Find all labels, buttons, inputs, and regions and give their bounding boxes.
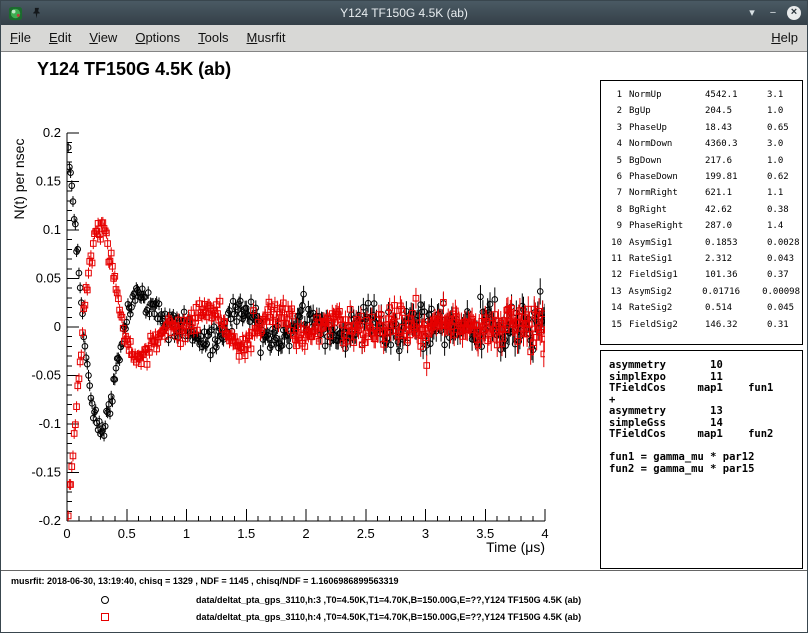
y-tick-label: -0.1 (39, 416, 61, 431)
window-menu-button[interactable]: ▾ (745, 5, 759, 21)
app-icon[interactable] (7, 5, 23, 21)
param-row: 5BgDown217.61.0 (607, 153, 800, 169)
y-tick-label: -0.05 (31, 368, 61, 383)
param-box: 1NormUp4542.13.12BgUp204.51.03PhaseUp18.… (600, 80, 803, 345)
theory-line: TFieldCos map1 fun1 (609, 383, 802, 395)
menu-item-help[interactable]: Help (762, 25, 807, 51)
status-area: musrfit: 2018-06-30, 13:19:40, chisq = 1… (1, 570, 807, 632)
menu-item-tools[interactable]: Tools (189, 25, 237, 51)
plot-title: Y124 TF150G 4.5K (ab) (37, 59, 231, 80)
y-tick-label: 0.05 (36, 271, 61, 286)
theory-line: TFieldCos map1 fun2 (609, 429, 802, 441)
y-axis-title: N(t) per nsec (11, 139, 27, 220)
y-tick-label: 0.2 (43, 125, 61, 140)
legend-text: data/deltat_pta_gps_3110,h:3 ,T0=4.50K,T… (196, 595, 581, 605)
legend-item: data/deltat_pta_gps_3110,h:3 ,T0=4.50K,T… (1, 591, 807, 608)
param-row: 4NormDown4360.33.0 (607, 136, 800, 152)
menu-item-view[interactable]: View (80, 25, 126, 51)
menu-item-musrfit[interactable]: Musrfit (238, 25, 295, 51)
theory-line: fun1 = gamma_mu * par12 (609, 452, 802, 464)
param-row: 8BgRight42.620.38 (607, 202, 800, 218)
param-row: 10AsymSig10.18530.0028 (607, 235, 800, 251)
param-row: 12FieldSig1101.360.37 (607, 267, 800, 283)
param-row: 13AsymSig20.017160.00098 (607, 284, 800, 300)
x-tick-label: 2 (302, 526, 309, 541)
window-title: Y124 TF150G 4.5K (ab) (1, 6, 807, 20)
param-row: 9PhaseRight287.01.4 (607, 218, 800, 234)
open-square-icon (101, 613, 109, 621)
param-row: 1NormUp4542.13.1 (607, 87, 800, 103)
theory-line: asymmetry 13 (609, 406, 802, 418)
series-open-circle (65, 142, 547, 441)
menubar: FileEditViewOptionsToolsMusrfit Help (1, 25, 807, 52)
theory-line: fun2 = gamma_mu * par15 (609, 464, 802, 476)
menu-item-edit[interactable]: Edit (40, 25, 80, 51)
x-tick-label: 3 (422, 526, 429, 541)
open-circle-icon (101, 596, 109, 604)
param-row: 11RateSig12.3120.043 (607, 251, 800, 267)
x-tick-label: 2.5 (357, 526, 375, 541)
menu-item-file[interactable]: File (1, 25, 40, 51)
app-window: Y124 TF150G 4.5K (ab) ▾ − × FileEditView… (0, 0, 808, 633)
menubar-left: FileEditViewOptionsToolsMusrfit (1, 25, 295, 51)
y-tick-label: -0.15 (31, 465, 61, 480)
series-open-square (65, 217, 547, 521)
x-tick-label: 0.5 (118, 526, 136, 541)
param-row: 14RateSig20.5140.045 (607, 300, 800, 316)
param-row: 3PhaseUp18.430.65 (607, 120, 800, 136)
param-row: 7NormRight621.11.1 (607, 185, 800, 201)
pin-icon[interactable] (28, 5, 44, 21)
x-axis-title: Time (μs) (486, 539, 545, 555)
y-tick-label: 0.1 (43, 222, 61, 237)
y-tick-label: 0.15 (36, 174, 61, 189)
param-row: 2BgUp204.51.0 (607, 103, 800, 119)
canvas-area: Y124 TF150G 4.5K (ab) 0.20.150.10.050-0.… (1, 53, 807, 632)
x-tick-label: 1.5 (237, 526, 255, 541)
titlebar[interactable]: Y124 TF150G 4.5K (ab) ▾ − × (1, 1, 807, 25)
chart-canvas[interactable]: 0.20.150.10.050-0.05-0.1-0.15-0.200.511.… (7, 91, 589, 569)
param-row: 6PhaseDown199.810.62 (607, 169, 800, 185)
plot-legend: data/deltat_pta_gps_3110,h:3 ,T0=4.50K,T… (1, 591, 807, 625)
param-row: 15FieldSig2146.320.31 (607, 317, 800, 333)
x-tick-label: 1 (183, 526, 190, 541)
minimize-button[interactable]: − (766, 5, 780, 21)
menu-item-options[interactable]: Options (126, 25, 189, 51)
theory-line: asymmetry 10 (609, 360, 802, 372)
musr-plot-svg: 0.20.150.10.050-0.05-0.1-0.15-0.200.511.… (7, 91, 589, 569)
x-tick-label: 0 (63, 526, 70, 541)
y-tick-label: -0.2 (39, 513, 61, 528)
y-tick-label: 0 (54, 319, 61, 334)
fit-status-line: musrfit: 2018-06-30, 13:19:40, chisq = 1… (11, 576, 807, 586)
legend-item: data/deltat_pta_gps_3110,h:4 ,T0=4.50K,T… (1, 608, 807, 625)
close-button[interactable]: × (787, 6, 801, 20)
menubar-right: Help (762, 25, 807, 51)
legend-text: data/deltat_pta_gps_3110,h:4 ,T0=4.50K,T… (196, 612, 581, 622)
theory-box: asymmetry 10simplExpo 11TFieldCos map1 f… (600, 350, 803, 569)
